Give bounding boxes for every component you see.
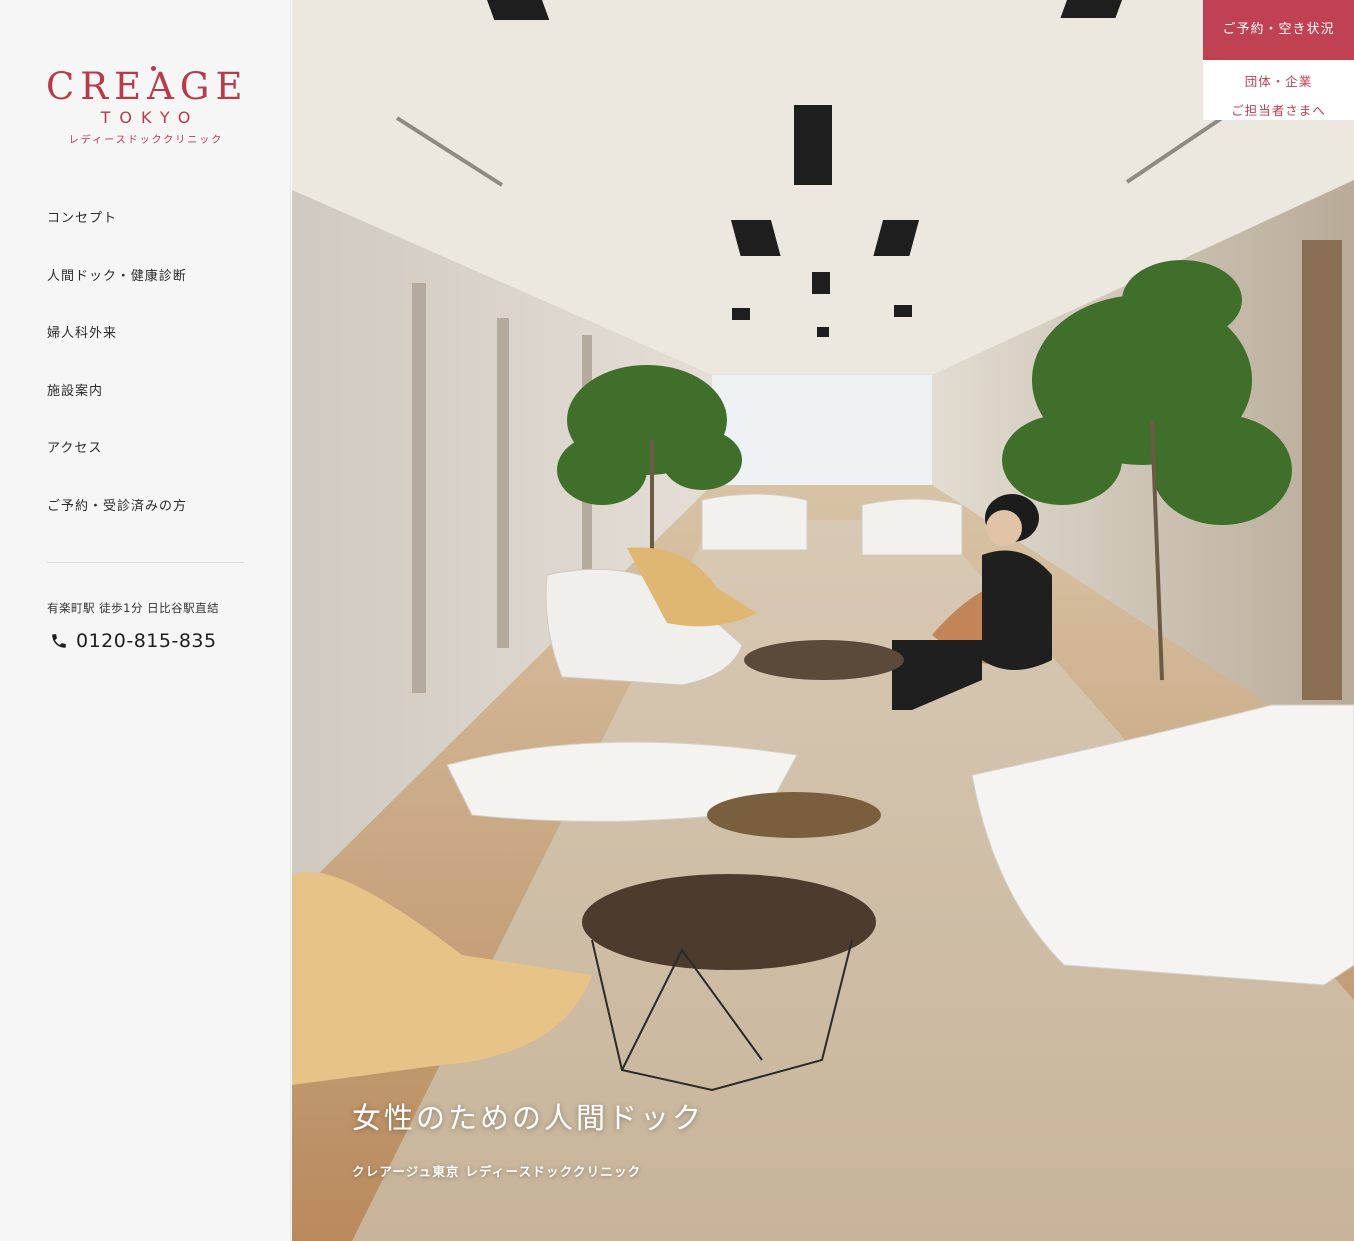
nav-item-facility[interactable]: 施設案内: [47, 378, 247, 436]
corporate-label-line1: 団体・企業: [1244, 74, 1313, 89]
header-cta: ご予約・空き状況 団体・企業 ご担当者さまへ: [1203, 0, 1354, 120]
nav-item-checkup[interactable]: 人間ドック・健康診断: [47, 263, 247, 321]
reserve-button[interactable]: ご予約・空き状況: [1203, 0, 1354, 60]
site-logo[interactable]: CREAGE TOKYO レディースドッククリニック: [46, 62, 246, 146]
logo-wordmark: CREAGE: [46, 65, 249, 108]
main-nav: コンセプト 人間ドック・健康診断 婦人科外来 施設案内 アクセス ご予約・受診済…: [47, 205, 247, 550]
hero-subtitle: クレアージュ東京 レディースドッククリニック: [352, 1164, 642, 1179]
corporate-button[interactable]: 団体・企業 ご担当者さまへ: [1203, 60, 1354, 120]
nav-item-access[interactable]: アクセス: [47, 435, 247, 493]
phone-link[interactable]: 0120-815-835: [50, 630, 217, 652]
nav-item-gynecology[interactable]: 婦人科外来: [47, 320, 247, 378]
corporate-label-line2: ご担当者さまへ: [1231, 103, 1326, 118]
sidebar-divider: [47, 562, 244, 563]
nav-item-reservation[interactable]: ご予約・受診済みの方: [47, 493, 247, 551]
phone-number: 0120-815-835: [76, 630, 217, 652]
access-info: 有楽町駅 徒歩1分 日比谷駅直結: [47, 601, 220, 615]
sidebar: CREAGE TOKYO レディースドッククリニック コンセプト 人間ドック・健…: [0, 0, 291, 1241]
logo-accent-dot: [151, 66, 156, 71]
hero-caption: 女性のための人間ドック クレアージュ東京 レディースドッククリニック: [352, 1095, 704, 1180]
lounge-illustration: [292, 0, 1354, 1241]
nav-item-concept[interactable]: コンセプト: [47, 205, 247, 263]
logo-tagline: レディースドッククリニック: [68, 135, 224, 146]
hero-image: 女性のための人間ドック クレアージュ東京 レディースドッククリニック: [292, 0, 1354, 1241]
hero-title: 女性のための人間ドック: [352, 1101, 705, 1135]
phone-icon: [52, 634, 66, 648]
